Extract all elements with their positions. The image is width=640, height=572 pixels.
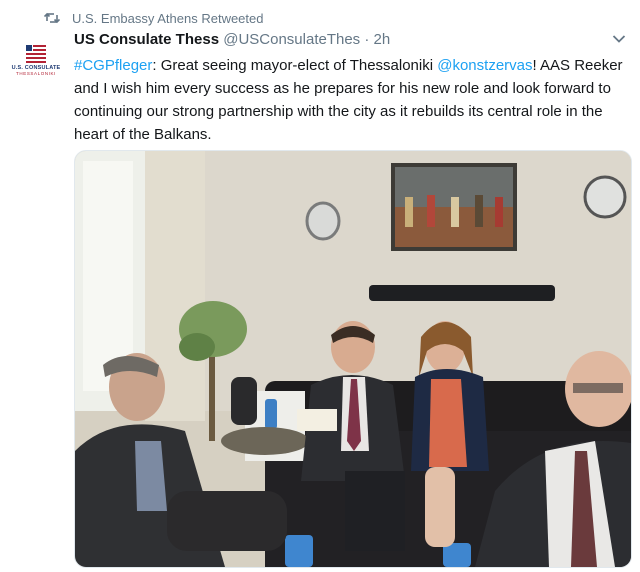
retweet-icon xyxy=(44,12,60,24)
avatar-text-2: THESSALONIKI xyxy=(16,70,56,76)
tweet-text: #CGPfleger: Great seeing mayor-elect of … xyxy=(74,54,626,146)
mention-link[interactable]: @konstzervas xyxy=(437,57,532,74)
timestamp[interactable]: 2h xyxy=(374,31,391,48)
retweet-label: U.S. Embassy Athens Retweeted xyxy=(72,10,264,26)
separator-dot: · xyxy=(364,31,370,48)
meeting-photo-illustration xyxy=(75,151,631,567)
avatar[interactable]: U.S. CONSULATE THESSALONIKI xyxy=(10,34,62,86)
hashtag-link[interactable]: #CGPfleger xyxy=(74,57,152,74)
tweet-header: US Consulate Thess @USConsulateThes · 2h xyxy=(74,30,390,50)
user-handle[interactable]: @USConsulateThes xyxy=(223,31,360,48)
chevron-down-icon[interactable] xyxy=(612,34,626,44)
consulate-logo-icon xyxy=(26,44,46,63)
display-name[interactable]: US Consulate Thess xyxy=(74,31,219,48)
retweet-context[interactable]: U.S. Embassy Athens Retweeted xyxy=(44,8,263,28)
tweet-photo[interactable] xyxy=(74,150,632,568)
tweet-text-part-1: : Great seeing mayor-elect of Thessaloni… xyxy=(152,57,438,74)
